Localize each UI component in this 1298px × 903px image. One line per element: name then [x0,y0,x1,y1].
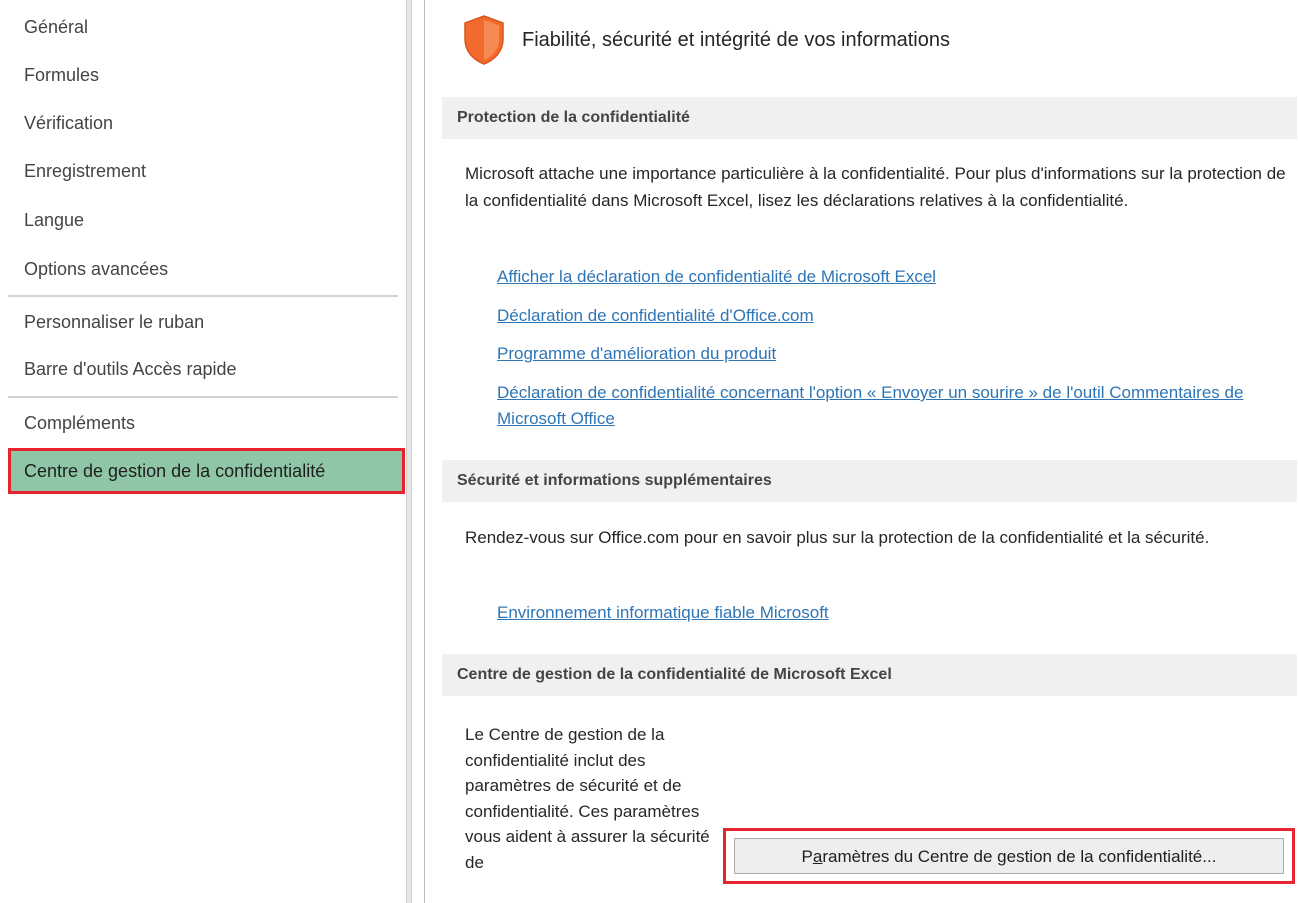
sidebar-item-quick-access-toolbar[interactable]: Barre d'outils Accès rapide [8,346,398,392]
link-trustworthy-computing[interactable]: Environnement informatique fiable Micros… [497,600,829,626]
sidebar-item-language[interactable]: Langue [8,197,398,243]
button-label-suffix: ramètres du Centre de gestion de la conf… [822,847,1217,866]
section-heading-security: Sécurité et informations supplémentaires [442,460,1297,502]
sidebar-item-trust-center[interactable]: Centre de gestion de la confidentialité [8,448,405,494]
link-send-a-smile-privacy[interactable]: Déclaration de confidentialité concernan… [497,380,1297,432]
sidebar-item-add-ins[interactable]: Compléments [8,400,398,446]
privacy-description: Microsoft attache une importance particu… [465,164,1286,210]
button-label-prefix: P [801,847,813,866]
sidebar-divider [8,295,398,297]
section-heading-trust-center: Centre de gestion de la confidentialité … [442,654,1297,696]
sidebar-item-advanced[interactable]: Options avancées [8,246,398,292]
security-description: Rendez-vous sur Office.com pour en savoi… [465,528,1210,547]
section-heading-privacy: Protection de la confidentialité [442,97,1297,139]
link-customer-experience-program[interactable]: Programme d'amélioration du produit [497,341,776,367]
link-excel-privacy-statement[interactable]: Afficher la déclaration de confidentiali… [497,264,936,290]
options-sidebar: Général Formules Vérification Enregistre… [0,0,408,903]
sidebar-item-formulas[interactable]: Formules [8,52,398,98]
sidebar-item-general[interactable]: Général [8,4,398,50]
trust-center-settings-highlight: Paramètres du Centre de gestion de la co… [723,828,1295,884]
sidebar-item-proofing[interactable]: Vérification [8,100,398,146]
trust-center-settings-button[interactable]: Paramètres du Centre de gestion de la co… [734,838,1284,874]
sidebar-divider [8,396,398,398]
sidebar-item-customize-ribbon[interactable]: Personnaliser le ruban [8,299,398,345]
pane-splitter[interactable] [406,0,412,903]
shield-icon [464,15,504,65]
sidebar-item-save[interactable]: Enregistrement [8,148,398,194]
page-header: Fiabilité, sécurité et intégrité de vos … [462,8,950,72]
link-office-privacy-statement[interactable]: Déclaration de confidentialité d'Office.… [497,303,814,329]
page-title: Fiabilité, sécurité et intégrité de vos … [522,28,950,51]
trust-center-page: Fiabilité, sécurité et intégrité de vos … [425,0,1298,903]
button-mnemonic: a [812,847,823,866]
trust-center-description: Le Centre de gestion de la confidentiali… [465,725,710,872]
